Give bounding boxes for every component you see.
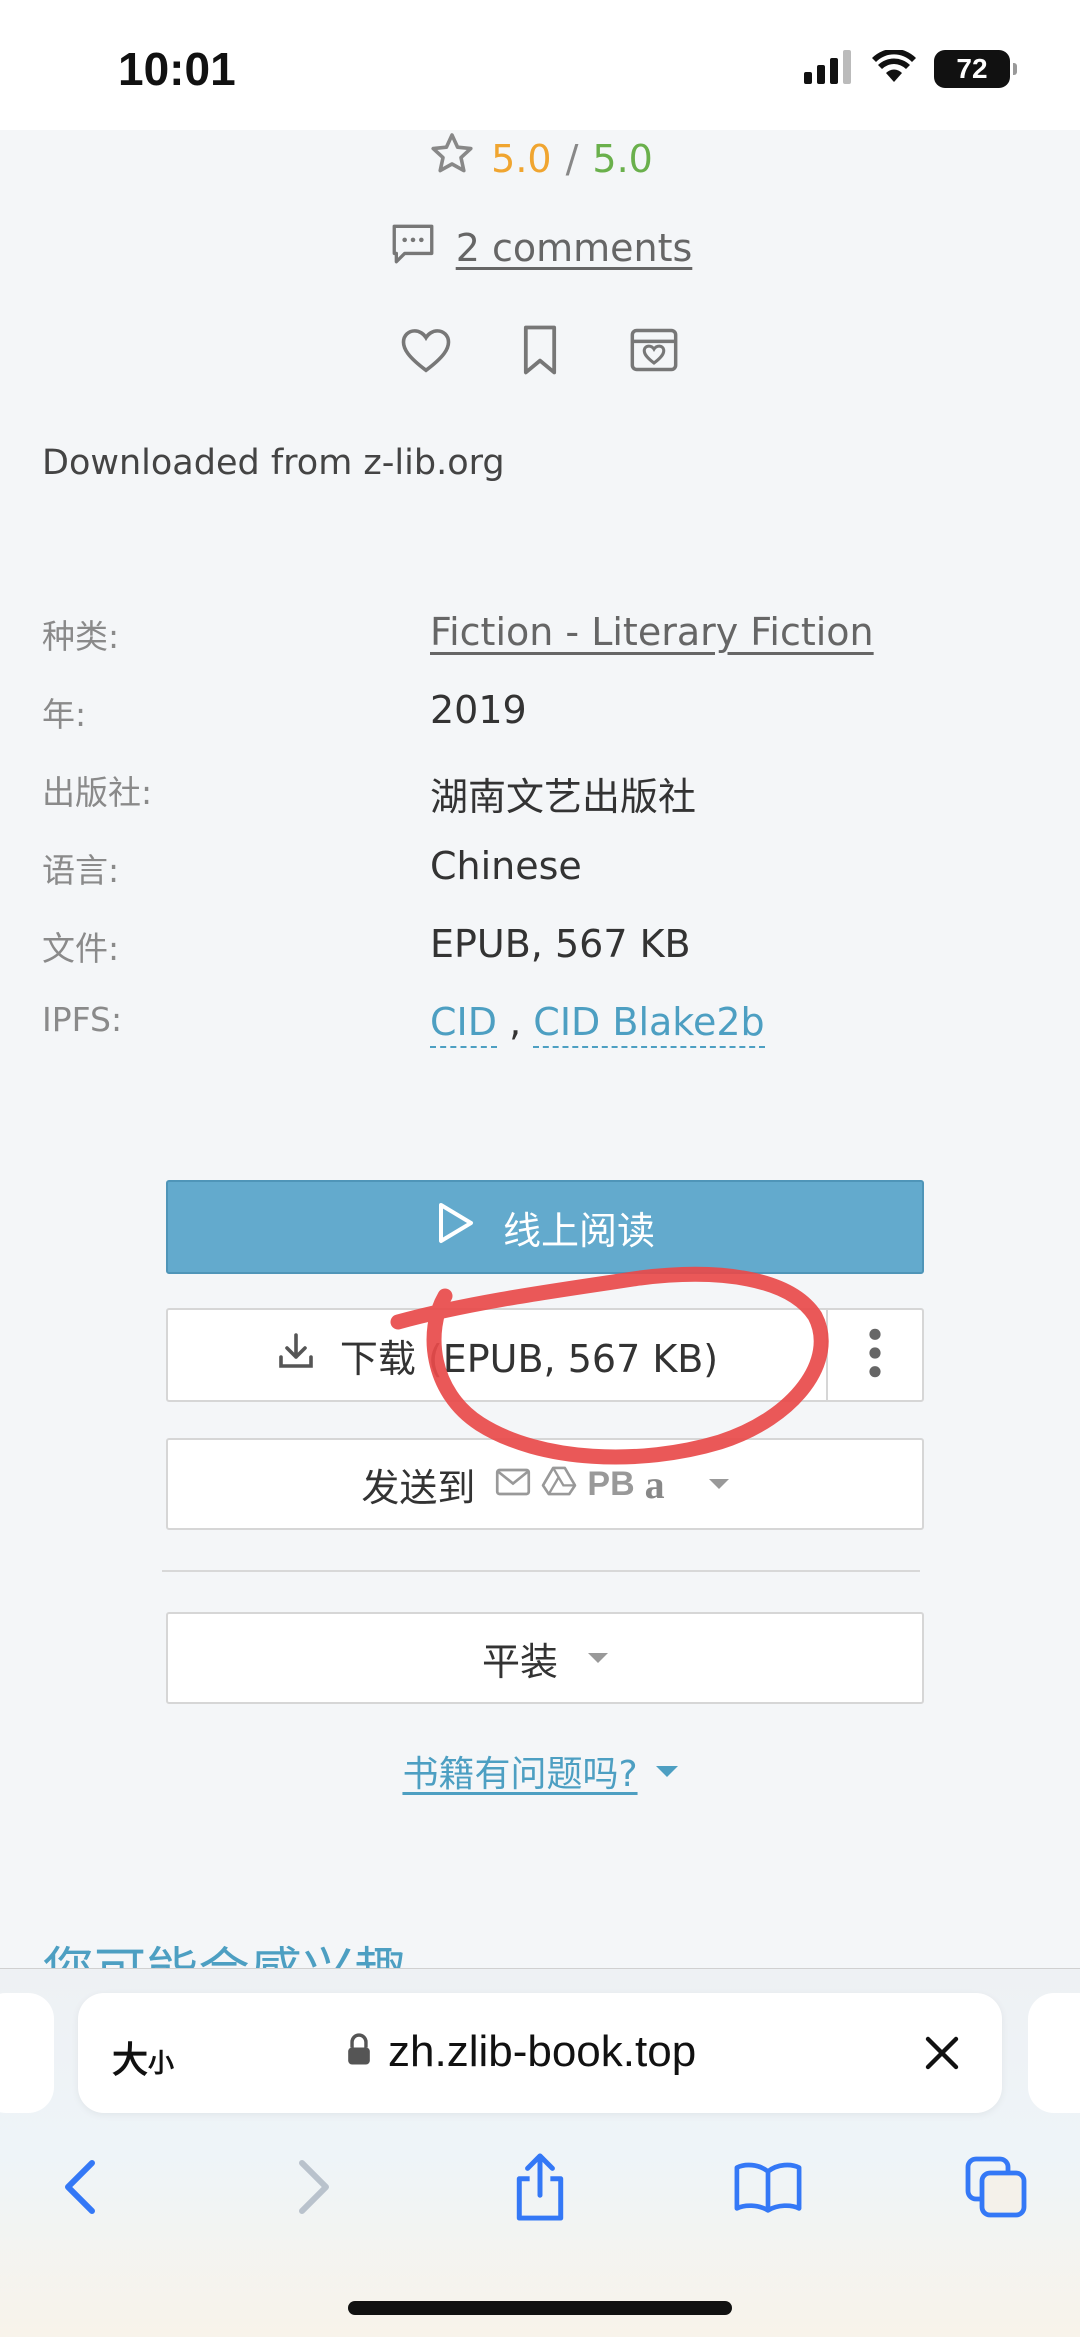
star-icon[interactable] <box>427 130 477 187</box>
book-problem: 书籍有问题吗? <box>0 1745 1080 1797</box>
comment-icon <box>388 218 438 277</box>
meta-row-year: 年: 2019 <box>42 688 1042 766</box>
address-bar[interactable]: 大小 zh.zlib-book.top <box>78 1993 1002 2113</box>
meta-row-ipfs: IPFS: CID , CID Blake2b <box>42 1000 1042 1078</box>
ipfs-separator: , <box>509 1000 522 1044</box>
language-value: Chinese <box>430 844 582 888</box>
chevron-down-icon <box>708 1479 729 1489</box>
wifi-icon <box>872 48 916 88</box>
lock-icon <box>346 2027 372 2077</box>
bookmarks-book-icon[interactable] <box>728 2147 808 2227</box>
download-button-group: 下载 (EPUB, 567 KB) <box>166 1308 924 1402</box>
status-bar: 10:01 72 <box>0 0 1080 130</box>
send-to-label: 发送到 <box>361 1465 476 1510</box>
download-options-button[interactable] <box>826 1310 922 1400</box>
report-problem-link[interactable]: 书籍有问题吗? <box>402 1745 637 1797</box>
archive-box-icon[interactable] <box>626 322 682 378</box>
rating: 5.0 / 5.0 <box>0 130 1080 187</box>
year-label: 年: <box>42 695 87 734</box>
ipfs-label: IPFS: <box>42 1000 123 1039</box>
forward-chevron-icon[interactable] <box>274 2147 354 2227</box>
rating-score: 5.0 <box>491 136 552 181</box>
publisher-value: 湖南文艺出版社 <box>430 775 697 819</box>
share-icon[interactable] <box>500 2147 580 2227</box>
downloaded-note: Downloaded from z-lib.org <box>42 443 505 483</box>
file-value: EPUB, 567 KB <box>430 922 691 966</box>
comments-link[interactable]: 2 comments <box>456 226 693 270</box>
cellular-signal-icon <box>804 50 854 88</box>
tabs-overview-icon[interactable] <box>956 2147 1036 2227</box>
read-online-button[interactable]: 线上阅读 <box>166 1180 924 1274</box>
home-indicator <box>348 2301 732 2315</box>
status-time: 10:01 <box>118 43 236 95</box>
meta-row-file: 文件: EPUB, 567 KB <box>42 922 1042 1000</box>
read-online-label: 线上阅读 <box>502 1208 655 1253</box>
chevron-down-icon[interactable] <box>655 1765 678 1777</box>
next-tab-preview[interactable] <box>1028 1993 1080 2113</box>
play-icon <box>435 1201 475 1254</box>
format-label: 平装 <box>481 1639 558 1684</box>
browser-bottom-bar: 大小 zh.zlib-book.top <box>0 1968 1080 2337</box>
chevron-down-icon <box>588 1653 608 1663</box>
meta-row-category: 种类: Fiction - Literary Fiction <box>42 610 1042 688</box>
text-size-button[interactable]: 大小 <box>112 2031 174 2083</box>
book-metadata: 种类: Fiction - Literary Fiction 年: 2019 出… <box>42 610 1042 1078</box>
meta-row-publisher: 出版社: 湖南文艺出版社 <box>42 766 1042 844</box>
pocketbook-icon: PB <box>587 1464 635 1503</box>
comments: 2 comments <box>0 218 1080 277</box>
email-icon <box>495 1462 531 1506</box>
file-label: 文件: <box>42 929 120 968</box>
language-label: 语言: <box>42 851 120 890</box>
meta-row-language: 语言: Chinese <box>42 844 1042 922</box>
rating-separator: / <box>565 136 579 181</box>
favorite-heart-icon[interactable] <box>398 322 454 378</box>
category-label: 种类: <box>42 617 120 656</box>
ipfs-blake2b-link[interactable]: CID Blake2b <box>533 1000 765 1048</box>
download-button[interactable]: 下载 (EPUB, 567 KB) <box>168 1310 826 1400</box>
close-icon[interactable] <box>918 2029 966 2077</box>
category-link[interactable]: Fiction - Literary Fiction <box>430 610 874 654</box>
rating-max: 5.0 <box>592 136 653 181</box>
back-chevron-icon[interactable] <box>40 2147 120 2227</box>
google-drive-icon <box>541 1462 577 1506</box>
text-size-large: 大 <box>112 2040 149 2081</box>
page-content: 5.0 / 5.0 2 comments Downloaded from z-l… <box>0 130 1080 1970</box>
book-actions <box>0 322 1080 378</box>
url-text: zh.zlib-book.top <box>388 2027 697 2076</box>
battery-indicator: 72 <box>934 50 1017 88</box>
year-value: 2019 <box>430 688 527 732</box>
text-size-small: 小 <box>148 2049 175 2079</box>
browser-toolbar <box>0 2147 1080 2247</box>
amazon-kindle-icon: a <box>644 1461 665 1507</box>
status-icons: 72 <box>804 48 1017 88</box>
previous-tab-preview[interactable] <box>0 1993 54 2113</box>
url-display[interactable]: zh.zlib-book.top <box>346 2027 696 2077</box>
send-targets: PB a <box>495 1461 729 1508</box>
send-to-button[interactable]: 发送到 PB a <box>166 1438 924 1530</box>
you-may-like-heading: 您可能会感兴趣 <box>42 1930 406 1970</box>
format-select-button[interactable]: 平装 <box>166 1612 924 1704</box>
publisher-label: 出版社: <box>42 773 153 812</box>
ipfs-links: CID , CID Blake2b <box>430 1000 765 1048</box>
bookmark-icon[interactable] <box>512 322 568 378</box>
download-label: 下载 (EPUB, 567 KB) <box>339 1336 719 1381</box>
download-icon <box>276 1331 316 1380</box>
ipfs-cid-link[interactable]: CID <box>430 1000 498 1048</box>
section-divider <box>162 1570 920 1572</box>
more-vertical-icon <box>868 1327 882 1383</box>
